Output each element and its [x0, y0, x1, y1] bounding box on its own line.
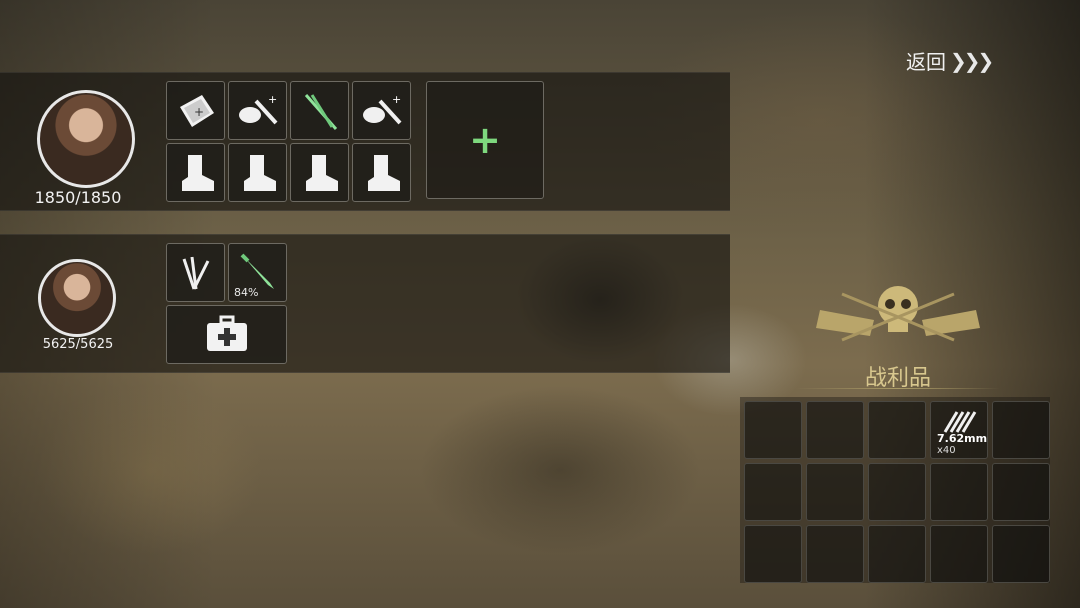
boot-icon [305, 154, 338, 191]
svg-text:+: + [392, 93, 401, 106]
dead-reward-emblem [816, 286, 980, 342]
item-slot-knife[interactable]: 84% [228, 243, 287, 302]
item-slot-sticks[interactable] [290, 81, 349, 140]
item-slot-bandage[interactable]: + [166, 81, 225, 140]
ammo-count: x40 [937, 445, 956, 456]
boot-icon [243, 154, 276, 191]
loot-slot[interactable] [744, 401, 802, 459]
loot-slot[interactable] [744, 525, 802, 583]
item-slot-boot[interactable] [166, 143, 225, 202]
loot-slot[interactable] [744, 463, 802, 521]
loot-slot[interactable] [868, 401, 926, 459]
item-slot-rock-saw[interactable]: + [352, 81, 411, 140]
loot-slot[interactable] [806, 525, 864, 583]
medkit-icon [206, 315, 247, 351]
item-slot-boot[interactable] [290, 143, 349, 202]
loot-slot[interactable] [806, 463, 864, 521]
loot-slot[interactable] [806, 401, 864, 459]
item-slot-medkit[interactable] [166, 305, 287, 364]
item-slot-spikes[interactable] [166, 243, 225, 302]
loot-divider [796, 388, 1000, 389]
loot-slot[interactable] [930, 525, 988, 583]
hp-label: 5625/5625 [42, 337, 114, 352]
ammo-name: 7.62mm [937, 432, 988, 445]
rock-saw-icon: + [238, 93, 277, 124]
item-slot-boot[interactable] [228, 143, 287, 202]
svg-text:+: + [194, 105, 204, 119]
squad-row-2: 5625/5625 84% [0, 234, 730, 373]
loot-slot[interactable] [868, 463, 926, 521]
member-portrait-block[interactable]: 5625/5625 [0, 235, 156, 372]
boot-icon [367, 154, 400, 191]
loot-slot[interactable] [992, 525, 1050, 583]
back-label: 返回 [906, 50, 946, 74]
hp-label: 1850/1850 [34, 188, 122, 207]
back-button[interactable]: 返回 ❯❯❯ [906, 46, 994, 75]
green-sticks-icon [304, 93, 337, 130]
loot-slot[interactable] [992, 401, 1050, 459]
avatar[interactable] [37, 90, 135, 188]
add-item-button[interactable]: + [426, 81, 544, 199]
rock-saw-icon: + [362, 93, 401, 124]
loot-slot-ammo[interactable]: 7.62mm x40 [930, 401, 988, 459]
item-slot-boot[interactable] [352, 143, 411, 202]
loot-slot[interactable] [868, 525, 926, 583]
durability-label: 84% [234, 286, 259, 299]
chevron-right-icon: ❯❯❯ [950, 48, 994, 73]
boot-icon [181, 154, 214, 191]
loot-slot[interactable] [992, 463, 1050, 521]
item-slot-rock-saw[interactable]: + [228, 81, 287, 140]
squad-row-1: 1850/1850 + + + + [0, 72, 730, 211]
bandage-box-icon: + [179, 94, 214, 127]
member-portrait-block[interactable]: 1850/1850 [0, 73, 156, 210]
avatar[interactable] [38, 259, 116, 337]
svg-text:+: + [268, 93, 277, 106]
loot-slot[interactable] [930, 463, 988, 521]
loot-grid: 7.62mm x40 [740, 397, 1050, 583]
spikes-icon [182, 256, 209, 290]
